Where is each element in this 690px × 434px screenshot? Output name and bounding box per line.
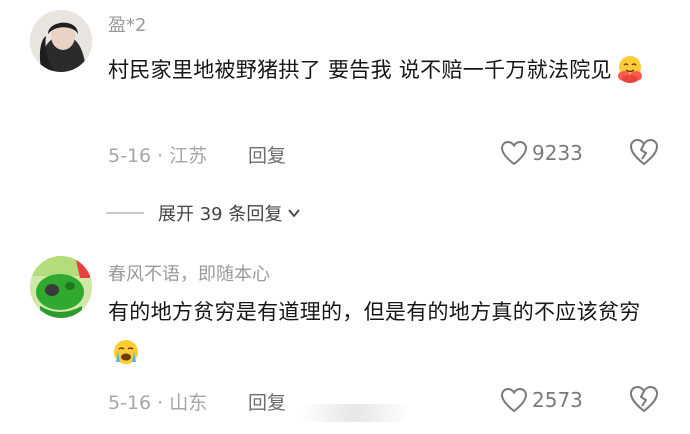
chevron-down-icon — [288, 209, 301, 218]
like-button[interactable]: 9233 — [500, 138, 583, 168]
dislike-button[interactable] — [628, 137, 660, 167]
reply-button[interactable]: 回复 — [248, 388, 286, 415]
avatar[interactable] — [30, 10, 92, 72]
like-button[interactable]: 2573 — [500, 385, 583, 415]
comment-meta: 5-16 · 江苏 — [108, 141, 207, 168]
watermark — [300, 404, 410, 422]
heart-icon — [500, 387, 528, 413]
avatar-photo — [30, 256, 92, 318]
avatar[interactable] — [30, 256, 92, 318]
crying-face-icon — [112, 338, 140, 366]
like-count: 9233 — [532, 141, 583, 165]
expand-replies-button[interactable]: 展开 39 条回复 — [106, 198, 302, 228]
avatar-photo — [30, 10, 92, 72]
comment-text: 村民家里地被野猪拱了 要告我 说不赔一千万就法院见 — [108, 50, 653, 91]
reply-button[interactable]: 回复 — [248, 141, 286, 168]
comment-date: 5-16 — [108, 392, 152, 414]
broken-heart-icon — [629, 138, 659, 166]
like-count: 2573 — [532, 388, 583, 412]
comment-date: 5-16 — [108, 145, 152, 167]
dislike-button[interactable] — [628, 384, 660, 414]
comment-location: 山东 — [169, 392, 208, 414]
broken-heart-icon — [629, 385, 659, 413]
comment-text: 有的地方贫穷是有道理的，但是有的地方真的不应该贫穷 — [108, 292, 653, 374]
comment-username[interactable]: 春风不语，即随本心 — [108, 260, 270, 286]
comment-location: 江苏 — [169, 145, 208, 167]
hug-face-icon — [616, 55, 644, 83]
meta-separator: · — [157, 392, 164, 414]
comment-meta: 5-16 · 山东 — [108, 388, 207, 415]
meta-separator: · — [157, 145, 164, 167]
comment-text-body: 村民家里地被野猪拱了 要告我 说不赔一千万就法院见 — [108, 58, 612, 82]
expand-replies-label: 展开 39 条回复 — [158, 204, 283, 225]
comment-text-body: 有的地方贫穷是有道理的，但是有的地方真的不应该贫穷 — [108, 300, 641, 324]
comment-username[interactable]: 盈*2 — [108, 11, 146, 37]
heart-icon — [500, 140, 528, 166]
divider-line — [106, 212, 144, 214]
